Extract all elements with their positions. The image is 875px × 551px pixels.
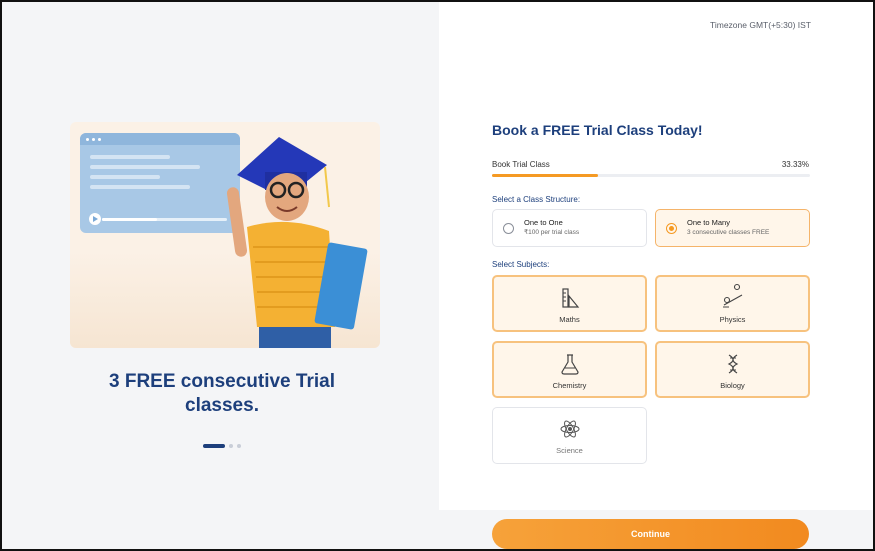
class-structure-label: Select a Class Structure:: [492, 195, 581, 204]
subject-card-science[interactable]: Science: [492, 407, 647, 464]
app-window: 3 FREE consecutive Trial classes. Timezo…: [0, 0, 875, 551]
structure-subtitle: ₹100 per trial class: [524, 229, 580, 236]
pendulum-icon: [722, 283, 742, 308]
radio-icon[interactable]: [666, 222, 677, 234]
ruler-icon: [561, 288, 579, 308]
structure-option-one-to-one[interactable]: One to One ₹100 per trial class: [492, 209, 647, 247]
subject-card-physics[interactable]: Physics: [655, 275, 810, 332]
carousel-dot-active[interactable]: [203, 444, 225, 448]
structure-option-one-to-many[interactable]: One to Many 3 consecutive classes FREE: [655, 209, 810, 247]
booking-panel: Timezone GMT(+5:30) IST Book a FREE Tria…: [439, 2, 873, 549]
progress-bar: [492, 174, 810, 177]
subject-label: Physics: [719, 315, 746, 324]
student-illustration: [226, 137, 368, 348]
structure-title: One to One: [524, 218, 563, 227]
flask-icon: [560, 354, 579, 375]
subject-card-chemistry[interactable]: Chemistry: [492, 341, 647, 398]
promo-panel: 3 FREE consecutive Trial classes.: [2, 2, 439, 549]
subject-label: Chemistry: [552, 381, 587, 390]
promo-tagline: 3 FREE consecutive Trial classes.: [109, 371, 335, 416]
timezone-label: Timezone GMT(+5:30) IST: [709, 20, 811, 30]
radio-icon[interactable]: [503, 222, 514, 234]
carousel-dot[interactable]: [229, 444, 233, 448]
carousel-dot[interactable]: [237, 444, 241, 448]
subjects-label: Select Subjects:: [492, 260, 550, 269]
page-title: Book a FREE Trial Class Today!: [492, 122, 703, 138]
dna-icon: [727, 354, 738, 374]
atom-icon: [560, 420, 579, 438]
subject-card-biology[interactable]: Biology: [655, 341, 810, 398]
subject-card-maths[interactable]: Maths: [492, 275, 647, 332]
structure-title: One to Many: [687, 218, 730, 227]
progress-percent: 33.33%: [781, 160, 809, 169]
structure-subtitle: 3 consecutive classes FREE: [687, 229, 770, 236]
progress-label: Book Trial Class: [492, 160, 550, 169]
subject-label: Biology: [720, 381, 745, 390]
progress-bar-fill: [492, 174, 598, 177]
subject-label: Maths: [559, 315, 580, 324]
subject-label: Science: [556, 446, 583, 455]
play-icon: [89, 213, 101, 225]
carousel-indicator: [203, 444, 241, 448]
continue-button[interactable]: Continue: [492, 519, 809, 549]
video-player-illustration: [80, 133, 240, 233]
